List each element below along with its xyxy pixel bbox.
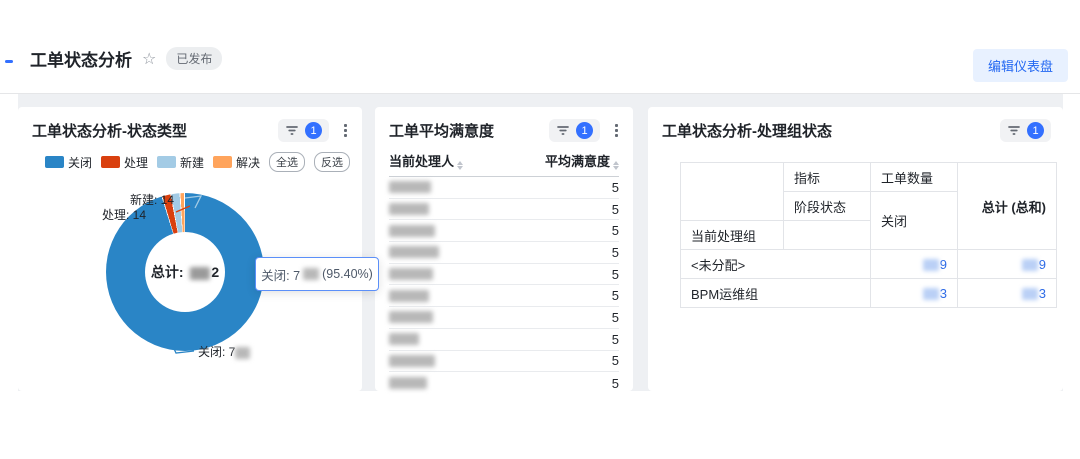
panel2-filter-button[interactable]: 1 <box>549 119 600 142</box>
legend-item-processing[interactable]: 处理 <box>101 154 148 171</box>
table-row: BPM运维组 3 3 <box>681 279 1057 308</box>
closed-value-cell[interactable]: 3 <box>871 279 958 308</box>
panel-group-status: 工单状态分析-处理组状态 1 指标 工单数量 总计 (总和) 阶段状态 关闭 <box>648 107 1063 391</box>
favorite-star-icon[interactable]: ☆ <box>142 49 156 69</box>
collapse-dash-icon[interactable] <box>5 60 13 63</box>
donut-label-closed: 关闭: 7 <box>198 343 250 360</box>
legend-swatch-new <box>157 156 176 168</box>
header-stage-status: 阶段状态 <box>784 192 871 221</box>
closed-value-cell[interactable]: 9 <box>871 250 958 279</box>
table-row[interactable]: 5 <box>389 329 619 351</box>
select-all-button[interactable]: 全选 <box>269 152 305 172</box>
page-title: 工单状态分析 <box>30 46 132 71</box>
column-header-score[interactable]: 平均满意度 <box>545 151 619 170</box>
sort-icon[interactable] <box>457 161 463 170</box>
filter-funnel-icon <box>285 124 299 137</box>
filter-count-badge: 1 <box>305 122 322 139</box>
invert-selection-button[interactable]: 反选 <box>314 152 350 172</box>
empty-corner-cell <box>681 163 784 221</box>
sort-icon[interactable] <box>613 161 619 170</box>
filter-funnel-icon <box>556 124 570 137</box>
empty-cell <box>784 221 871 250</box>
total-value-cell[interactable]: 3 <box>958 279 1057 308</box>
panel1-title: 工单状态分析-状态类型 <box>32 120 187 141</box>
legend-swatch-resolved <box>213 156 232 168</box>
table-row[interactable]: 5 <box>389 220 619 242</box>
total-value-cell[interactable]: 9 <box>958 250 1057 279</box>
table-row[interactable]: 5 <box>389 307 619 329</box>
legend-label-processing: 处理 <box>124 154 148 171</box>
filter-count-badge: 1 <box>576 122 593 139</box>
panel2-more-menu[interactable] <box>612 121 621 140</box>
legend-swatch-closed <box>45 156 64 168</box>
donut-label-processing: 处理: 14 <box>102 206 146 223</box>
table-row[interactable]: 5 <box>389 264 619 286</box>
edit-dashboard-button[interactable]: 编辑仪表盘 <box>973 49 1068 82</box>
panel-avg-satisfaction: 工单平均满意度 1 当前处理人 平均满意度 5 5 5 5 <box>375 107 633 391</box>
filter-count-badge: 1 <box>1027 122 1044 139</box>
table-row[interactable]: 5 <box>389 351 619 373</box>
donut-chart[interactable] <box>106 193 264 351</box>
table-row[interactable]: 5 <box>389 372 619 394</box>
group-status-table: 指标 工单数量 总计 (总和) 阶段状态 关闭 当前处理组 <未分配> 9 9 … <box>680 162 1057 308</box>
header-current-group: 当前处理组 <box>681 221 784 250</box>
column-header-person[interactable]: 当前处理人 <box>389 151 463 170</box>
panel1-more-menu[interactable] <box>341 121 350 140</box>
table-row[interactable]: 5 <box>389 242 619 264</box>
legend-item-new[interactable]: 新建 <box>157 154 204 171</box>
legend-swatch-processing <box>101 156 120 168</box>
donut-center-total: 总计: 2 <box>151 262 219 282</box>
filter-funnel-icon <box>1007 124 1021 137</box>
donut-tooltip: 关闭: 7(95.40%) <box>255 257 379 291</box>
donut-legend: 关闭 处理 新建 解决 全选 反选 <box>18 142 362 172</box>
table-row[interactable]: 5 <box>389 285 619 307</box>
legend-item-closed[interactable]: 关闭 <box>45 154 92 171</box>
legend-item-resolved[interactable]: 解决 <box>213 154 260 171</box>
legend-label-new: 新建 <box>180 154 204 171</box>
panel-status-type: 工单状态分析-状态类型 1 关闭 处理 新建 <box>18 107 362 391</box>
table-row[interactable]: 5 <box>389 199 619 221</box>
page-header: 工单状态分析 ☆ 已发布 编辑仪表盘 <box>0 0 1080 94</box>
panel3-title: 工单状态分析-处理组状态 <box>662 120 832 141</box>
legend-label-resolved: 解决 <box>236 154 260 171</box>
row-label: <未分配> <box>681 250 871 279</box>
table-row[interactable]: 5 <box>389 177 619 199</box>
panel1-filter-button[interactable]: 1 <box>278 119 329 142</box>
header-indicator: 指标 <box>784 163 871 192</box>
header-total: 总计 (总和) <box>958 163 1057 250</box>
header-closed: 关闭 <box>871 192 958 250</box>
header-ticket-count: 工单数量 <box>871 163 958 192</box>
status-badge: 已发布 <box>166 47 222 70</box>
row-label: BPM运维组 <box>681 279 871 308</box>
donut-label-new: 新建: 14 <box>130 191 174 208</box>
dashboard-canvas: 工单状态分析-状态类型 1 关闭 处理 新建 <box>18 94 1063 391</box>
panel2-title: 工单平均满意度 <box>389 120 494 141</box>
donut-hole <box>145 232 225 312</box>
panel3-filter-button[interactable]: 1 <box>1000 119 1051 142</box>
legend-label-closed: 关闭 <box>68 154 92 171</box>
table-row: <未分配> 9 9 <box>681 250 1057 279</box>
